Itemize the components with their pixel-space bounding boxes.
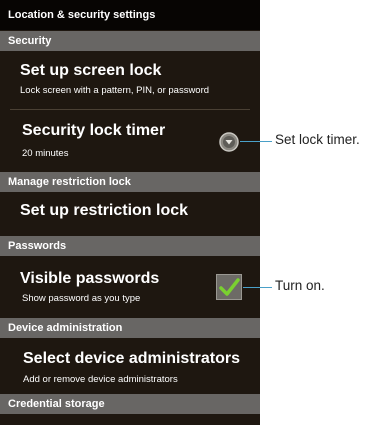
visible-passwords-checkbox[interactable] [216, 274, 242, 300]
setting-subtitle: Lock screen with a pattern, PIN, or pass… [20, 85, 210, 96]
setting-item-restriction-lock[interactable]: Set up restriction lock [0, 192, 260, 236]
callout-lock-timer: Set lock timer. [275, 132, 360, 147]
section-label: Security [8, 35, 52, 47]
section-label: Manage restriction lock [8, 176, 131, 188]
section-header-credential: Credential storage [0, 394, 260, 414]
callout-visible-passwords: Turn on. [275, 278, 325, 293]
setting-title: Set up screen lock [20, 62, 162, 79]
setting-title: Set up restriction lock [20, 202, 189, 219]
setting-title: Security lock timer [22, 122, 166, 139]
checkmark-icon [219, 278, 240, 296]
section-label: Device administration [8, 322, 123, 334]
settings-screen: Location & security settings Security Se… [0, 0, 260, 425]
spinner-arrow-icon[interactable] [219, 132, 239, 152]
setting-item-screen-lock[interactable]: Set up screen lock Lock screen with a pa… [0, 51, 260, 108]
setting-title: Select device administrators [23, 350, 240, 367]
section-label: Passwords [8, 240, 67, 252]
callout-line [243, 287, 272, 288]
title-bar: Location & security settings [0, 0, 260, 30]
section-header-restriction: Manage restriction lock [0, 172, 260, 192]
section-header-passwords: Passwords [0, 236, 260, 256]
page-title: Location & security settings [8, 9, 156, 21]
setting-title: Visible passwords [20, 270, 160, 287]
section-header-security: Security [0, 31, 260, 51]
callout-line [240, 141, 272, 142]
section-header-device-admin: Device administration [0, 318, 260, 338]
setting-subtitle: 20 minutes [22, 148, 69, 159]
section-label: Credential storage [8, 398, 105, 410]
setting-subtitle: Show password as you type [22, 293, 141, 304]
setting-subtitle: Add or remove device administrators [23, 374, 178, 385]
setting-item-device-admins[interactable]: Select device administrators Add or remo… [0, 338, 260, 394]
